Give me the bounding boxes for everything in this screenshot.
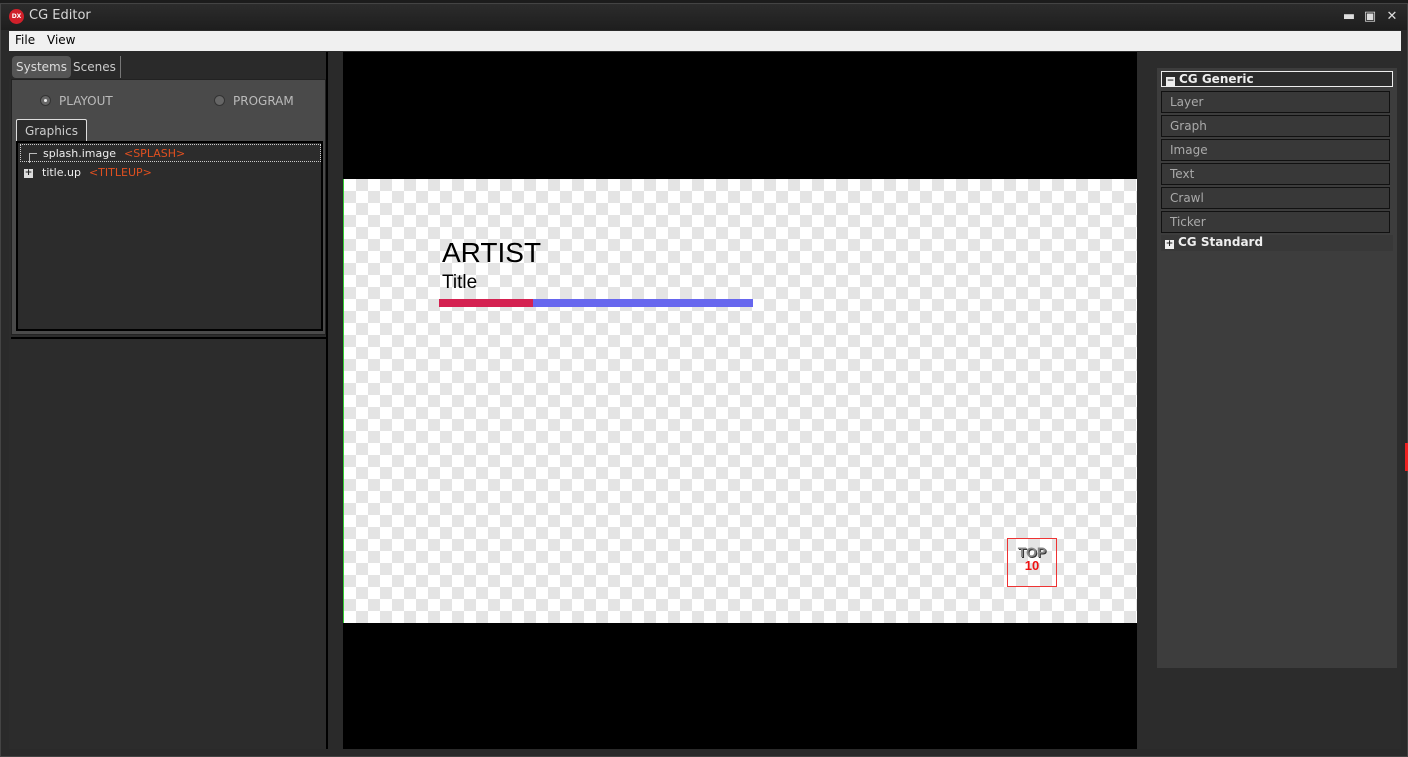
tree-item-tag: <TITLEUP>: [88, 166, 152, 179]
logo-line2: 10: [1024, 558, 1040, 573]
title-bar[interactable]: DX CG Editor ▬ ▣ ✕: [1, 4, 1407, 30]
palette-item-layer[interactable]: Layer: [1161, 91, 1390, 113]
group-label: CG Generic: [1179, 72, 1254, 86]
menu-bar: File View: [9, 31, 1401, 51]
palette-item-text[interactable]: Text: [1161, 163, 1390, 185]
palette-item-crawl[interactable]: Crawl: [1161, 187, 1390, 209]
group-label: CG Standard: [1178, 235, 1264, 249]
graphics-tree: splash.image <SPLASH> + title.up <TITLEUP>: [16, 141, 323, 331]
tree-item-name: splash.image: [43, 147, 116, 160]
radio-playout[interactable]: PLAYOUT: [40, 94, 113, 108]
maximize-icon[interactable]: ▣: [1363, 10, 1377, 24]
bar-accent: [439, 299, 534, 307]
expand-plus-icon: +: [1165, 239, 1174, 249]
palette-item-graph[interactable]: Graph: [1161, 115, 1390, 137]
right-panel: − CG Generic Layer Graph Image Text Crawl…: [1137, 52, 1401, 749]
collapse-minus-icon: −: [1166, 76, 1175, 86]
close-icon[interactable]: ✕: [1385, 10, 1399, 24]
element-palette: − CG Generic Layer Graph Image Text Crawl…: [1157, 68, 1397, 668]
minimize-icon[interactable]: ▬: [1342, 10, 1356, 24]
lower-third-bar[interactable]: [439, 299, 753, 307]
radio-label: PROGRAM: [233, 94, 294, 108]
logo-line1: TOP: [1017, 544, 1047, 560]
left-tabs: Systems Scenes: [9, 52, 326, 79]
menu-file[interactable]: File: [15, 33, 35, 47]
menu-view[interactable]: View: [47, 33, 75, 47]
tree-line-icon: [29, 153, 37, 163]
group-cg-generic[interactable]: − CG Generic: [1161, 71, 1393, 87]
palette-item-ticker[interactable]: Ticker: [1161, 211, 1390, 233]
preview-stage: ARTIST Title TOP 10: [343, 52, 1137, 749]
systems-panel: PLAYOUT PROGRAM Graphics splash.image <SP…: [11, 79, 326, 335]
tree-item[interactable]: + title.up <TITLEUP>: [20, 164, 152, 182]
app-window: DX CG Editor ▬ ▣ ✕ File View Systems Sce…: [0, 3, 1408, 757]
left-panel: Systems Scenes PLAYOUT PROGRAM Graphics …: [9, 52, 328, 749]
tree-item-tag: <SPLASH>: [123, 147, 186, 160]
dx-logo-icon: DX: [9, 9, 24, 24]
radio-checked-icon: [40, 95, 51, 106]
tab-scenes[interactable]: Scenes: [69, 56, 121, 78]
group-cg-standard[interactable]: + CG Standard: [1161, 235, 1393, 251]
radio-label: PLAYOUT: [59, 94, 113, 108]
palette-item-image[interactable]: Image: [1161, 139, 1390, 161]
tree-item[interactable]: splash.image <SPLASH>: [20, 144, 321, 163]
tree-item-name: title.up: [42, 166, 81, 179]
radio-program[interactable]: PROGRAM: [214, 94, 294, 108]
window-title: CG Editor: [29, 8, 91, 23]
graphics-canvas[interactable]: ARTIST Title TOP 10: [343, 179, 1137, 623]
tab-graphics[interactable]: Graphics: [16, 119, 87, 141]
tab-systems[interactable]: Systems: [12, 56, 71, 78]
expand-plus-icon[interactable]: +: [24, 169, 33, 178]
artist-text[interactable]: ARTIST: [442, 237, 541, 269]
properties-panel: [11, 337, 326, 747]
top10-logo[interactable]: TOP 10: [1007, 538, 1057, 587]
title-text[interactable]: Title: [442, 272, 477, 294]
radio-unchecked-icon: [214, 95, 225, 106]
